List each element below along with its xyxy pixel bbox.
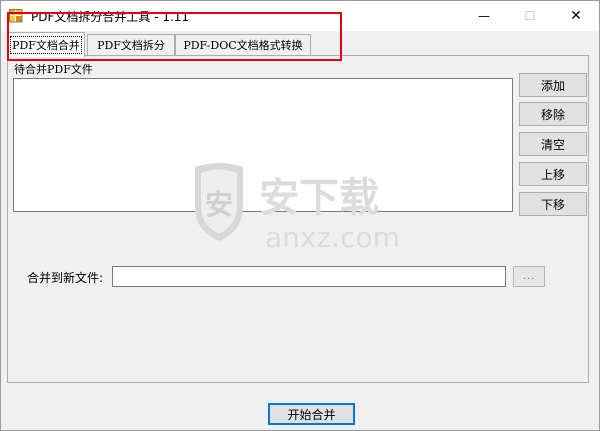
close-icon: ✕ [570, 8, 582, 24]
pending-files-group-label: 待合并PDF文件 [12, 61, 95, 77]
tab-strip: PDF文档合并 PDF文档拆分 PDF-DOC文档格式转换 [7, 32, 587, 57]
output-file-label: 合并到新文件: [27, 271, 104, 285]
minimize-button[interactable]: — [461, 1, 507, 31]
tab-pdf-split[interactable]: PDF文档拆分 [87, 34, 175, 55]
tab-label: PDF-DOC文档格式转换 [183, 39, 303, 52]
title-bar[interactable]: PDF文档拆分合并工具 - 1.11 — ☐ ✕ [1, 1, 599, 31]
window-title: PDF文档拆分合并工具 - 1.11 [31, 10, 190, 24]
app-window: PDF文档拆分合并工具 - 1.11 — ☐ ✕ PDF文档合并 PDF文档拆分… [0, 0, 600, 431]
move-down-button[interactable]: 下移 [519, 192, 587, 216]
tab-pdf-merge[interactable]: PDF文档合并 [7, 32, 85, 57]
pending-files-list[interactable] [13, 78, 513, 212]
app-icon [9, 9, 23, 23]
move-up-button[interactable]: 上移 [519, 162, 587, 186]
minimize-icon: — [478, 9, 490, 23]
maximize-icon: ☐ [524, 9, 536, 23]
tab-label: PDF文档合并 [10, 36, 82, 54]
output-file-input[interactable] [112, 266, 506, 287]
clear-button[interactable]: 清空 [519, 132, 587, 156]
remove-button[interactable]: 移除 [519, 102, 587, 126]
maximize-button[interactable]: ☐ [507, 1, 553, 31]
add-button[interactable]: 添加 [519, 73, 587, 97]
browse-button[interactable]: ... [513, 266, 545, 287]
tab-pdf-doc-convert[interactable]: PDF-DOC文档格式转换 [175, 34, 311, 55]
start-merge-button[interactable]: 开始合并 [268, 403, 355, 425]
close-button[interactable]: ✕ [553, 1, 599, 31]
tab-label: PDF文档拆分 [97, 39, 165, 52]
